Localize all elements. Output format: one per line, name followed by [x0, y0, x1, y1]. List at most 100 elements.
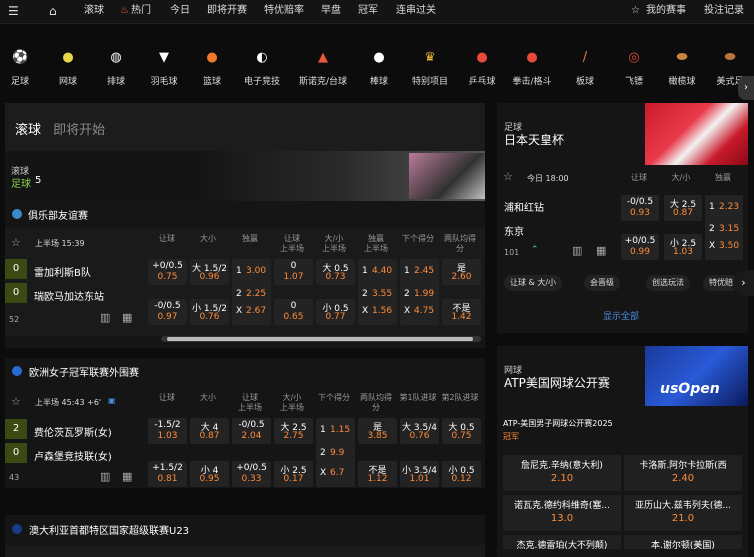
- nav-hot[interactable]: 热门: [131, 0, 151, 24]
- nav-outright[interactable]: 冠军: [358, 0, 378, 24]
- odds-cell[interactable]: X 1.56: [358, 299, 397, 325]
- odds-cell[interactable]: +0/0.5 0.75: [148, 259, 187, 285]
- featured-more[interactable]: 101: [504, 248, 519, 257]
- odds-cell[interactable]: 1 4.40: [358, 259, 397, 285]
- sport-specials[interactable]: ♛ 特别项目: [400, 50, 460, 87]
- nav-today[interactable]: 今日: [170, 0, 190, 24]
- odds-cell[interactable]: 大 2.5 0.87: [664, 195, 702, 221]
- odds-cell[interactable]: 1 3.00: [232, 259, 271, 285]
- pitch-icon[interactable]: ▦: [596, 244, 606, 257]
- odds-cell[interactable]: 1 2.45: [400, 259, 439, 285]
- odds-cell[interactable]: 小 3.5/4 1.01: [400, 461, 439, 487]
- stats-icon[interactable]: ▥: [572, 244, 582, 257]
- tennis-title[interactable]: ATP美国网球公开赛: [504, 374, 610, 391]
- odds-cell[interactable]: 大 4 0.87: [190, 418, 229, 444]
- outright-cell[interactable]: 卡洛斯.阿尔卡拉斯(西 2.40: [624, 455, 742, 491]
- odds-label: 2: [320, 448, 326, 458]
- stats-icon[interactable]: ▥: [100, 470, 110, 483]
- column-header: 独赢 上半场: [364, 234, 388, 253]
- featured-title[interactable]: 日本天皇杯: [504, 131, 564, 148]
- outright-cell[interactable]: 杰克.德雷珀(大不列颠): [503, 535, 621, 551]
- show-all-link[interactable]: 显示全部: [603, 309, 639, 322]
- odds-cell[interactable]: 2 9.9: [316, 444, 355, 462]
- filter-chip[interactable]: 创选玩法: [646, 275, 690, 291]
- nav-upcoming[interactable]: 即将开赛: [207, 0, 247, 24]
- odds-cell[interactable]: 小 2.5 1.03: [664, 234, 702, 260]
- odds-cell[interactable]: 小 0.5 0.12: [442, 461, 481, 487]
- sport-boxing[interactable]: ● 拳击/格斗: [502, 50, 562, 87]
- odds-cell[interactable]: 小 2.5 0.17: [274, 461, 313, 487]
- odds-cell[interactable]: 不是 1.42: [442, 299, 481, 325]
- odds-cell[interactable]: 大 2.5 2.75: [274, 418, 313, 444]
- odds-label: 2: [362, 289, 368, 299]
- filter-chip[interactable]: 让球 & 大/小: [504, 275, 563, 291]
- odds-cell[interactable]: 1 2.23: [705, 195, 743, 221]
- pitch-icon[interactable]: ▦: [122, 311, 132, 324]
- more-markets-count-2[interactable]: 43: [9, 473, 19, 482]
- odds-price: 0.95: [199, 474, 220, 484]
- odds-scrollbar[interactable]: [161, 336, 481, 342]
- odds-cell[interactable]: 小 1.5/2 0.76: [190, 299, 229, 325]
- odds-cell[interactable]: 是 2.60: [442, 259, 481, 285]
- odds-cell[interactable]: -0/0.5 2.04: [232, 418, 271, 444]
- favorite-star-icon[interactable]: ☆: [503, 170, 513, 183]
- tab-inplay[interactable]: 滚球: [15, 123, 41, 138]
- home-icon[interactable]: ⌂: [49, 0, 57, 24]
- outright-cell[interactable]: 詹尼克.辛纳(意大利) 2.10: [503, 455, 621, 491]
- stats-icon[interactable]: ▥: [100, 311, 110, 324]
- chevron-right-icon[interactable]: ›: [738, 76, 754, 100]
- odds-cell[interactable]: X 6.7: [316, 461, 355, 487]
- odds-cell[interactable]: 0 1.07: [274, 259, 313, 285]
- odds-cell[interactable]: 小 4 0.95: [190, 461, 229, 487]
- odds-cell[interactable]: -0/0.5 0.93: [621, 195, 659, 221]
- nav-inplay[interactable]: 滚球: [84, 0, 104, 24]
- odds-price: 4.40: [372, 266, 393, 276]
- column-header: 下个得分: [402, 234, 434, 243]
- odds-cell[interactable]: 小 0.5 0.77: [316, 299, 355, 325]
- odds-cell[interactable]: 不是 1.12: [358, 461, 397, 487]
- more-markets-count[interactable]: 52: [9, 315, 19, 324]
- pitch-icon[interactable]: ▦: [122, 470, 132, 483]
- tab-starting-soon[interactable]: 即将开始: [53, 123, 105, 138]
- banner-sport[interactable]: 足球: [11, 175, 31, 190]
- favorite-star-icon[interactable]: ☆: [11, 236, 21, 249]
- outright-cell[interactable]: 亚历山大.兹韦列夫(德... 21.0: [624, 495, 742, 531]
- filter-chip[interactable]: 会晋级: [584, 275, 620, 291]
- featured-away: 东京: [504, 227, 524, 238]
- live-tv-icon[interactable]: ▣: [108, 396, 116, 405]
- nav-my-events[interactable]: 我的赛事: [646, 0, 686, 24]
- odds-price: 3.50: [719, 241, 740, 251]
- league-name[interactable]: 俱乐部友谊赛: [28, 207, 88, 222]
- league2-name[interactable]: 欧洲女子冠军联赛外围赛: [29, 364, 139, 379]
- nav-early[interactable]: 早盘: [321, 0, 341, 24]
- menu-icon[interactable]: ☰: [8, 0, 19, 24]
- darts-icon: ◎: [628, 50, 640, 65]
- odds-cell[interactable]: 大 0.5 0.73: [316, 259, 355, 285]
- odds-cell[interactable]: X 2.67: [232, 299, 271, 325]
- odds-handicap: +0/0.5: [152, 261, 183, 271]
- odds-cell[interactable]: 大 1.5/2 0.96: [190, 259, 229, 285]
- odds-cell[interactable]: -1.5/2 1.03: [148, 418, 187, 444]
- nav-parlay[interactable]: 连串过关: [396, 0, 436, 24]
- favorite-star-icon[interactable]: ☆: [11, 395, 21, 408]
- odds-cell[interactable]: +1.5/2 0.81: [148, 461, 187, 487]
- odds-cell[interactable]: X 3.50: [705, 234, 743, 260]
- odds-cell[interactable]: 1 1.15: [316, 418, 355, 444]
- chevron-right-icon[interactable]: ›: [733, 270, 754, 296]
- odds-cell[interactable]: -0/0.5 0.97: [148, 299, 187, 325]
- sport-snooker[interactable]: ▲ 斯诺克/台球: [293, 50, 353, 87]
- nav-bet-history[interactable]: 投注记录: [704, 0, 744, 24]
- outright-cell[interactable]: 本.谢尔顿(美国): [624, 535, 742, 551]
- odds-cell[interactable]: +0/0.5 0.33: [232, 461, 271, 487]
- odds-cell[interactable]: 大 0.5 0.75: [442, 418, 481, 444]
- odds-cell[interactable]: 是 3.85: [358, 418, 397, 444]
- league3-name[interactable]: 澳大利亚首都特区国家超级联赛U23: [29, 522, 189, 537]
- odds-cell[interactable]: 大 3.5/4 0.76: [400, 418, 439, 444]
- trophy-icon: ♛: [424, 50, 436, 65]
- sport-esports[interactable]: ◐ 电子竞技: [232, 50, 292, 87]
- odds-cell[interactable]: 0 0.65: [274, 299, 313, 325]
- outright-cell[interactable]: 诺瓦克.德约科维奇(塞... 13.0: [503, 495, 621, 531]
- nav-special-odds[interactable]: 特优赔率: [264, 0, 304, 24]
- odds-cell[interactable]: X 4.75: [400, 299, 439, 325]
- odds-cell[interactable]: +0/0.5 0.99: [621, 234, 659, 260]
